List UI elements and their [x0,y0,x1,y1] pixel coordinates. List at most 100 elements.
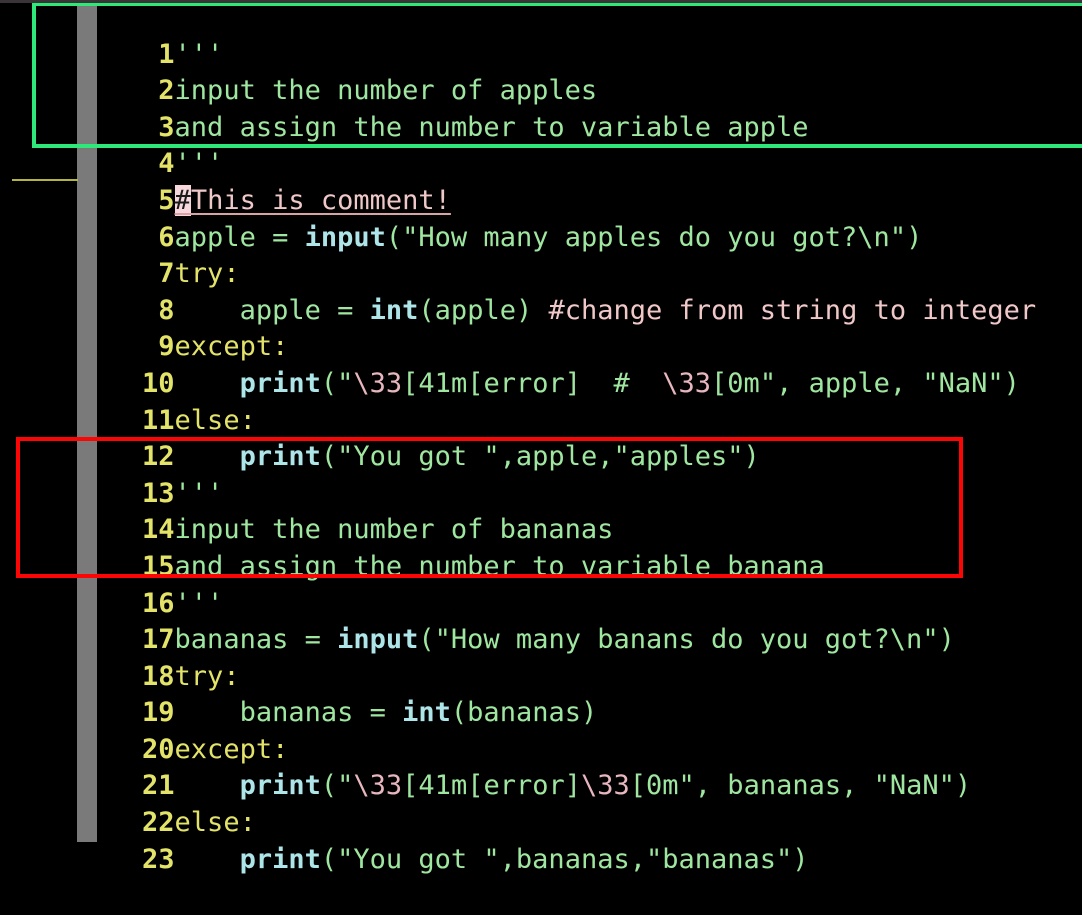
line-content[interactable]: ''' [175,586,224,623]
line-content[interactable]: else: [175,403,256,440]
code-lines-container[interactable]: 1 ''' 2 input the number of apples 3 and as… [0,0,1082,875]
code-line[interactable]: 19 bananas = int(bananas) [0,658,1082,728]
indent-guide [77,731,97,769]
token-args: (bananas) [450,697,598,729]
token-string: "How many banans do you got?\n" [434,624,939,656]
token-escape: \33 [662,367,712,399]
code-line[interactable]: 1 ''' [0,0,1082,70]
token-builtin: int [402,697,451,729]
indent-guide [77,585,97,623]
indent-guide [77,292,97,330]
indent-guide [77,475,97,513]
line-content[interactable]: and assign the number to variable apple [175,110,809,147]
line-content[interactable]: try: [175,256,240,293]
indent-guide [77,695,97,732]
indent-guide [77,36,97,74]
code-line[interactable]: 8 apple = int(apple) #change from string… [0,256,1082,326]
code-line[interactable]: 17 bananas = input("How many banans do yo… [0,585,1082,655]
line-content[interactable]: apple = input("How many apples do you go… [175,220,923,257]
line-content[interactable]: bananas = int(bananas) [175,695,598,732]
token-variable: bananas [174,624,305,656]
code-line[interactable]: 10 print("\33[41m[error] # \33[0m", appl… [0,329,1082,399]
indent-guide [77,146,97,183]
token-docstring: and assign the number to variable apple [174,111,809,143]
line-content[interactable]: ''' [175,476,224,513]
line-content[interactable]: print("\33[41m[error]\33[0m", bananas, "… [175,768,972,805]
line-content[interactable]: and assign the number to variable banana [175,549,825,586]
token-string: "How many apples do you got?\n" [402,221,907,253]
window-top-edge [0,0,1082,3]
token-string: [41m[error] [402,770,581,802]
line-content[interactable]: try: [175,659,240,696]
line-content[interactable]: input the number of bananas [175,512,614,549]
token-operator: = [337,294,370,326]
token-variable: apple [239,294,338,326]
code-line[interactable]: 12 print("You got ",apple,"apples") [0,402,1082,472]
line-content[interactable]: input the number of apples [175,73,598,110]
line-content[interactable]: ''' [175,37,224,74]
token-args: , bananas, "NaN") [694,770,972,802]
token-keyword: except: [174,733,289,765]
token-comment: #change from string to integer [548,294,1037,326]
line-content[interactable]: except: [175,329,289,366]
token-docstring: ''' [174,587,224,619]
indent-guide [77,109,97,147]
token-builtin: print [239,770,321,802]
code-line[interactable]: 2 input the number of apples [0,36,1082,106]
token-args: ("You got ",bananas,"bananas") [320,843,809,875]
indent-guide [77,622,97,659]
code-line[interactable]: 14 input the number of bananas [0,475,1082,545]
indent-guide [77,329,97,366]
code-line[interactable]: 23 print("You got ",bananas,"bananas") [0,805,1082,875]
code-line[interactable]: 6 apple = input("How many apples do you g… [0,182,1082,253]
code-line-comment[interactable]: 5 #This is comment! [0,146,1082,216]
token-quote: " [337,367,354,399]
token-docstring: input the number of bananas [174,514,614,546]
token-builtin: print [239,367,321,399]
token-string: [0m" [711,367,777,399]
line-content[interactable]: else: [175,805,256,842]
token-string: [41m[error] # [402,367,663,399]
token-operator: = [272,221,305,253]
token-quote: " [337,770,354,802]
token-string: [0m" [629,770,695,802]
indent-guide [77,658,97,696]
indent-guide [77,439,97,476]
indent-guide [77,219,97,257]
line-content[interactable]: apple = int(apple) #change from string t… [175,293,1037,330]
line-content[interactable]: ''' [175,146,224,183]
token-paren: ( [418,624,435,656]
code-editor[interactable]: 1 ''' 2 input the number of apples 3 and as… [0,0,1082,875]
line-content[interactable]: except: [175,732,289,769]
line-content[interactable]: print("\33[41m[error] # \33[0m", apple, … [175,366,1020,403]
token-comment-text: This is comment! [190,184,451,216]
line-content[interactable]: print("You got ",bananas,"bananas") [175,842,809,879]
line-content[interactable]: bananas = input("How many banans do you … [175,622,955,659]
token-operator: = [304,624,338,656]
token-variable: bananas [239,697,370,729]
line-content[interactable]: #This is comment! [174,183,451,220]
token-args: , apple, "NaN") [776,367,1020,399]
token-paren: ( [385,221,403,253]
indent-guide [77,365,97,403]
code-line[interactable]: 21 print("\33[41m[error]\33[0m", bananas… [0,731,1082,801]
token-args: (apple) [418,294,549,326]
token-builtin: print [239,441,321,473]
token-variable: apple [174,221,273,253]
token-paren: ( [320,367,338,399]
token-builtin: print [239,843,321,875]
token-builtin: input [337,624,419,656]
token-docstring: input the number of apples [174,75,598,107]
indent-guide [77,256,97,293]
token-keyword: try: [174,258,240,290]
line-content[interactable]: print("You got ",apple,"apples") [175,439,760,476]
indent-guide [77,73,97,110]
token-builtin: input [304,221,386,253]
token-keyword: else: [174,404,256,436]
token-paren: ( [320,770,338,802]
